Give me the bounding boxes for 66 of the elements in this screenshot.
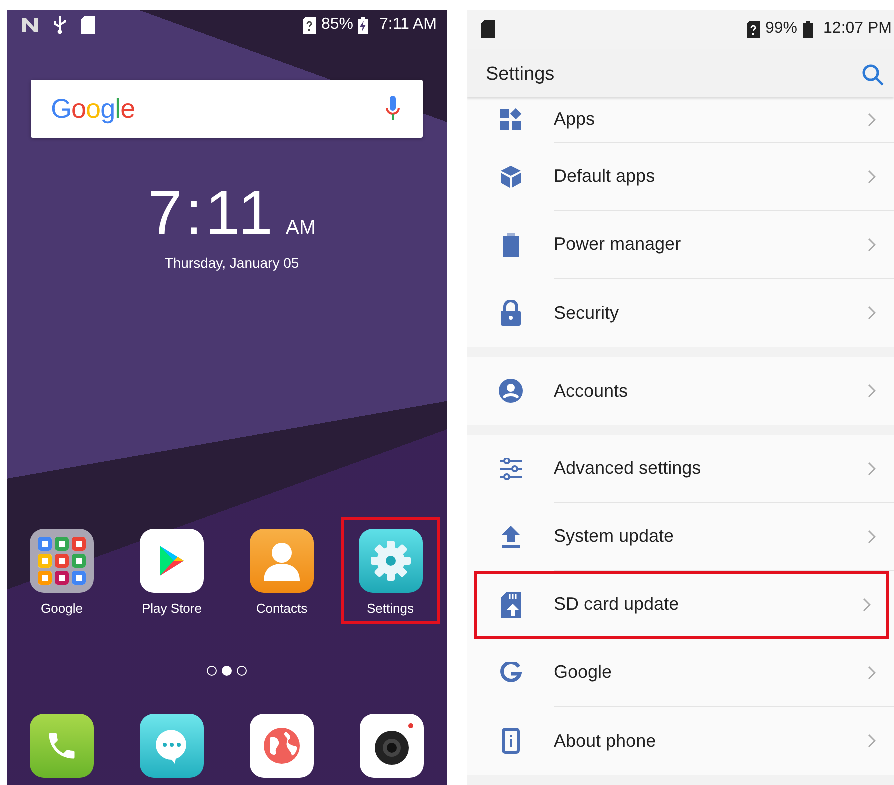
cube-icon (500, 165, 522, 189)
settings-item[interactable]: Advanced settings (467, 435, 894, 503)
gear-icon (358, 529, 422, 593)
chevron-right-icon (868, 734, 876, 748)
chevron-right-icon (868, 530, 876, 544)
battery-icon (802, 20, 813, 38)
search-button[interactable] (862, 64, 884, 86)
settings-item[interactable]: Power manager (467, 211, 894, 279)
google-g-icon (500, 662, 522, 684)
sliders-icon (498, 458, 522, 480)
status-time: 12:07 PM (824, 20, 892, 38)
chevron-right-icon (868, 306, 876, 320)
account-icon (498, 379, 522, 403)
app-shortcut[interactable]: Play Store (121, 517, 223, 624)
search-icon (862, 64, 884, 86)
clock-time: 7:11 (148, 178, 276, 249)
globe-icon[interactable] (250, 714, 314, 778)
app-shortcut[interactable]: Google (11, 517, 113, 624)
clock-period: AM (286, 217, 316, 240)
phone-icon[interactable] (30, 714, 94, 778)
contacts-icon (250, 529, 314, 593)
chevron-right-icon (868, 170, 876, 184)
chevron-right-icon (868, 384, 876, 398)
messaging-icon[interactable] (140, 714, 204, 778)
settings-item[interactable]: About phone (467, 707, 894, 775)
app-shortcut[interactable]: Contacts (231, 517, 333, 624)
chevron-right-icon (868, 112, 876, 126)
apps-grid-icon (498, 108, 522, 132)
battery-percentage: 85% (321, 16, 354, 34)
page-indicator-dot[interactable] (207, 666, 217, 676)
n-logo-icon (21, 17, 39, 33)
battery-icon (502, 233, 518, 257)
app-shortcut[interactable]: Settings (341, 517, 440, 624)
sd-card-icon (81, 16, 95, 34)
sim-unknown-icon (747, 20, 760, 38)
status-time: 7:11 AM (379, 16, 437, 34)
settings-item[interactable]: Security (467, 279, 894, 347)
google-apps-folder-icon (30, 529, 94, 593)
google-logo: Google (51, 94, 136, 124)
settings-item[interactable]: Apps (467, 97, 894, 143)
info-icon (502, 728, 520, 754)
sim-unknown-icon (303, 16, 316, 34)
battery-percentage: 99% (765, 20, 798, 38)
page-indicator-dot[interactable] (237, 666, 247, 676)
microphone-icon (385, 96, 401, 122)
lock-icon (500, 300, 520, 326)
search-bar[interactable]: Google (31, 80, 423, 138)
sd-card-upload-icon (500, 592, 520, 618)
settings-item[interactable]: Google (467, 639, 894, 707)
upload-icon (500, 526, 520, 548)
chevron-right-icon (863, 598, 871, 612)
chevron-right-icon (868, 462, 876, 476)
sd-card-icon (481, 20, 495, 38)
camera-icon[interactable] (360, 714, 424, 778)
settings-title: Settings (486, 64, 555, 86)
clock-date: Thursday, January 05 (164, 255, 300, 271)
settings-item[interactable]: Default apps (467, 143, 894, 211)
page-indicator-dot[interactable] (222, 666, 232, 676)
play-store-icon (140, 529, 204, 593)
settings-item[interactable]: Accounts (467, 357, 894, 425)
settings-item[interactable]: SD card update (474, 571, 889, 639)
usb-icon (53, 15, 67, 35)
settings-item[interactable]: System update (467, 503, 894, 571)
battery-charging-icon (358, 16, 368, 34)
chevron-right-icon (868, 666, 876, 680)
chevron-right-icon (868, 238, 876, 252)
